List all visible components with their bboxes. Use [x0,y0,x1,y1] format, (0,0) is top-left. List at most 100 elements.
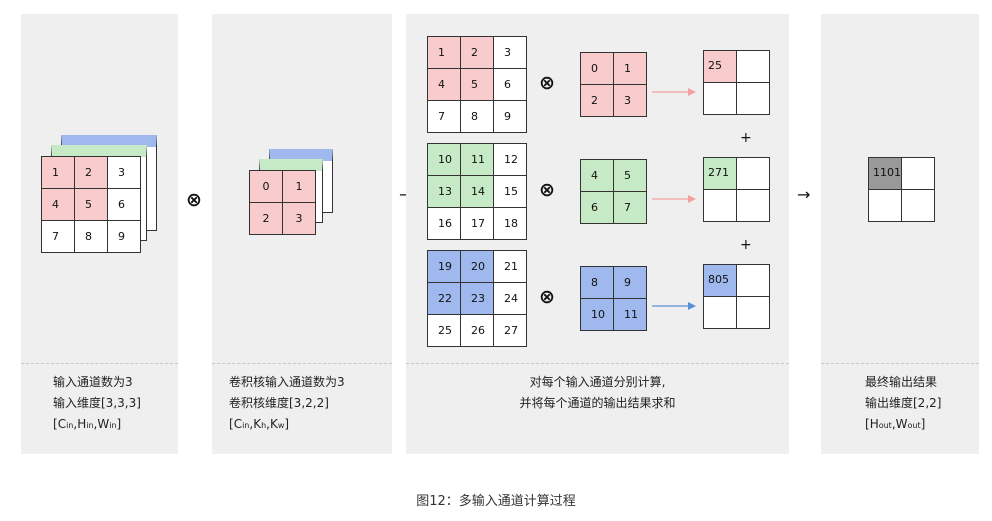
dimension-subscript: in [242,421,250,430]
output-cell [737,297,769,328]
channel-output-matrix: 805 [703,264,770,329]
figure-title: 图12：多输入通道计算过程 [416,494,576,509]
matrix-cell: 0 [250,171,282,202]
matrix-cell: 4 [581,160,613,191]
matrix-cell: 11 [614,299,646,330]
output-cell: 271 [704,158,736,189]
matrix-cell: 5 [75,189,107,220]
matrix-cell: 8 [581,267,613,298]
matrix-cell: 13 [428,176,460,207]
matrix-cell: 3 [494,37,526,68]
output-caption-line1: 最终输出结果 [865,375,938,389]
output-cell [704,190,736,221]
matrix-cell: 4 [428,69,460,100]
matrix-cell: 0 [581,53,613,84]
channel-computation-panel: 1 2 3 4 5 6 7 8 9 ⊗ 0 1 2 3 25 10 11 12 13 14 15 16 17 18 ⊗ 4 5 6 7 2… [406,14,789,454]
matrix-cell: 5 [614,160,646,191]
channel-kernel-matrix: 8 9 10 11 [580,266,647,331]
matrix-cell: 19 [428,251,460,282]
matrix-cell: 3 [283,203,315,234]
matrix-cell: 21 [494,251,526,282]
convolution-operator-icon: ⊗ [539,179,555,201]
matrix-cell: 18 [494,208,526,239]
matrix-cell: 1 [614,53,646,84]
computation-caption: 对每个输入通道分别计算, 并将每个通道的输出结果求和 [406,372,789,414]
computation-caption-line1: 对每个输入通道分别计算, [529,375,666,389]
matrix-cell: 1 [428,37,460,68]
output-cell: 805 [704,265,736,296]
matrix-cell: 5 [461,69,493,100]
channel-input-matrix: 123 456 789 [427,36,527,133]
matrix-cell: 9 [614,267,646,298]
output-matrix: 1101 [868,157,935,222]
output-cell: 25 [704,51,736,82]
matrix-cell: 4 [42,189,74,220]
divider [821,363,979,364]
kernel-dims: [Cin,Kh,Kw] [229,417,290,431]
dimension-subscript: in [86,421,94,430]
input-panel: 123 456 789 输入通道数为3 输入维度[3,3,3] [Cin,Hin,W… [21,14,178,454]
dimension-subscript: out [907,421,921,430]
matrix-cell: 7 [614,192,646,223]
matrix-cell: 22 [428,283,460,314]
matrix-cell: 8 [75,221,107,252]
kernel-panel: 0123 卷积核输入通道数为3 卷积核维度[3,2,2] [Cin,Kh,Kw] [212,14,392,454]
output-cell [737,51,769,82]
colored-arrow-icon [652,189,696,203]
kernel-caption-line1: 卷积核输入通道数为3 [229,375,345,389]
matrix-cell: 15 [494,176,526,207]
matrix-cell: 9 [494,101,526,132]
convolution-operator-icon: ⊗ [539,286,555,308]
matrix-cell: 10 [581,299,613,330]
plus-icon: + [740,237,752,253]
input-caption: 输入通道数为3 输入维度[3,3,3] [Cin,Hin,Win] [21,372,178,436]
output-cell [902,190,934,221]
colored-arrow-icon [652,296,696,310]
plus-icon: + [740,130,752,146]
matrix-cell: 10 [428,144,460,175]
arrow-right-icon: → [797,185,811,204]
input-matrix: 123 456 789 [41,156,141,253]
dimension-subscript: in [66,421,74,430]
output-cell [704,83,736,114]
matrix-cell: 23 [461,283,493,314]
input-caption-line1: 输入通道数为3 [53,375,133,389]
output-cell [704,297,736,328]
output-panel: 1101 最终输出结果 输出维度[2,2] [Hout,Wout] [821,14,979,454]
dimension-subscript: in [109,421,117,430]
input-dims: [Cin,Hin,Win] [53,417,122,431]
matrix-cell: 6 [581,192,613,223]
channel-input-matrix: 10 11 12 13 14 15 16 17 18 [427,143,527,240]
matrix-cell: 20 [461,251,493,282]
channel-output-matrix: 271 [703,157,770,222]
colored-arrow-icon [652,82,696,96]
matrix-cell: 2 [250,203,282,234]
matrix-cell: 6 [494,69,526,100]
matrix-cell: 6 [108,189,140,220]
matrix-cell: 14 [461,176,493,207]
matrix-cell: 1 [42,157,74,188]
channel-input-matrix: 19 20 21 22 23 24 25 26 27 [427,250,527,347]
output-cell [737,83,769,114]
matrix-cell: 3 [614,85,646,116]
divider [21,363,178,364]
output-cell [902,158,934,189]
channel-kernel-matrix: 0123 [580,52,647,117]
matrix-cell: 2 [75,157,107,188]
matrix-cell: 11 [461,144,493,175]
kernel-caption: 卷积核输入通道数为3 卷积核维度[3,2,2] [Cin,Kh,Kw] [212,372,392,436]
matrix-cell: 2 [461,37,493,68]
matrix-cell: 8 [461,101,493,132]
matrix-cell: 7 [428,101,460,132]
matrix-cell: 12 [494,144,526,175]
matrix-cell: 9 [108,221,140,252]
matrix-cell: 3 [108,157,140,188]
kernel-caption-line2: 卷积核维度[3,2,2] [229,396,329,410]
output-cell [737,190,769,221]
matrix-cell: 25 [428,315,460,346]
convolution-operator-icon: ⊗ [539,72,555,94]
output-cell [737,158,769,189]
matrix-cell: 17 [461,208,493,239]
computation-caption-line2: 并将每个通道的输出结果求和 [519,396,676,410]
matrix-cell: 1 [283,171,315,202]
